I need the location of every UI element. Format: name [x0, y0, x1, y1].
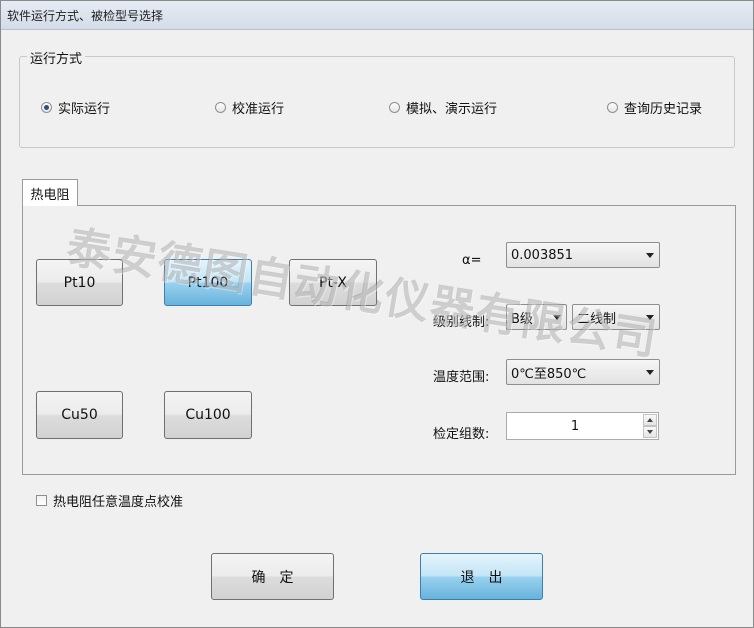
chevron-down-icon — [646, 315, 654, 320]
radio-indicator — [215, 102, 226, 113]
ok-button[interactable]: 确 定 — [211, 553, 334, 600]
radio-actual-run[interactable]: 实际运行 — [41, 98, 110, 117]
checkbox-indicator — [36, 495, 47, 506]
chevron-down-icon — [647, 430, 653, 434]
window-title: 软件运行方式、被检型号选择 — [7, 9, 164, 23]
radio-label: 查询历史记录 — [624, 102, 703, 117]
radio-demo-run[interactable]: 模拟、演示运行 — [389, 98, 497, 117]
range-select[interactable]: 0℃至850℃ — [506, 359, 660, 385]
exit-button[interactable]: 退 出 — [420, 553, 543, 600]
range-value: 0℃至850℃ — [511, 366, 587, 382]
alpha-label: α= — [462, 253, 482, 268]
radio-indicator — [607, 102, 618, 113]
checkbox-label: 热电阻任意温度点校准 — [53, 495, 184, 510]
radio-label: 实际运行 — [58, 102, 111, 117]
radio-label: 模拟、演示运行 — [406, 102, 498, 117]
alpha-select[interactable]: 0.003851 — [506, 242, 660, 268]
ptx-button[interactable]: Pt-X — [289, 259, 377, 306]
radio-calibration-run[interactable]: 校准运行 — [215, 98, 284, 117]
groups-spinbox[interactable]: 1 — [506, 412, 659, 440]
chevron-down-icon — [646, 253, 654, 258]
dialog-window: 软件运行方式、被检型号选择 运行方式 实际运行 校准运行 模拟、演示运行 查询历… — [0, 0, 754, 628]
grade-label: 级别线制: — [433, 315, 490, 330]
grade-select[interactable]: B级 — [506, 304, 567, 330]
pt10-button[interactable]: Pt10 — [36, 259, 123, 306]
spin-up-button[interactable] — [643, 414, 657, 426]
radio-label: 校准运行 — [232, 102, 285, 117]
radio-query-history[interactable]: 查询历史记录 — [607, 98, 702, 117]
groups-label: 检定组数: — [433, 427, 490, 442]
pt100-button[interactable]: Pt100 — [164, 259, 252, 306]
chevron-down-icon — [553, 315, 561, 320]
cu100-button[interactable]: Cu100 — [164, 391, 252, 439]
run-mode-group-title: 运行方式 — [27, 48, 86, 67]
tab-thermal-resistance[interactable]: 热电阻 — [22, 179, 78, 206]
groups-value: 1 — [570, 419, 580, 434]
tab-label: 热电阻 — [30, 187, 70, 203]
grade-value: B级 — [511, 311, 533, 327]
wire-select[interactable]: 二线制 — [572, 304, 660, 330]
wire-value: 二线制 — [577, 311, 617, 327]
chevron-up-icon — [647, 418, 653, 422]
radio-indicator — [41, 102, 52, 113]
alpha-value: 0.003851 — [511, 247, 574, 263]
chevron-down-icon — [646, 370, 654, 375]
title-bar[interactable]: 软件运行方式、被检型号选择 — [1, 1, 753, 30]
spin-down-button[interactable] — [643, 426, 657, 438]
radio-indicator — [389, 102, 400, 113]
arbitrary-calibration-checkbox[interactable]: 热电阻任意温度点校准 — [36, 491, 183, 510]
range-label: 温度范围: — [433, 370, 490, 385]
cu50-button[interactable]: Cu50 — [36, 391, 123, 439]
